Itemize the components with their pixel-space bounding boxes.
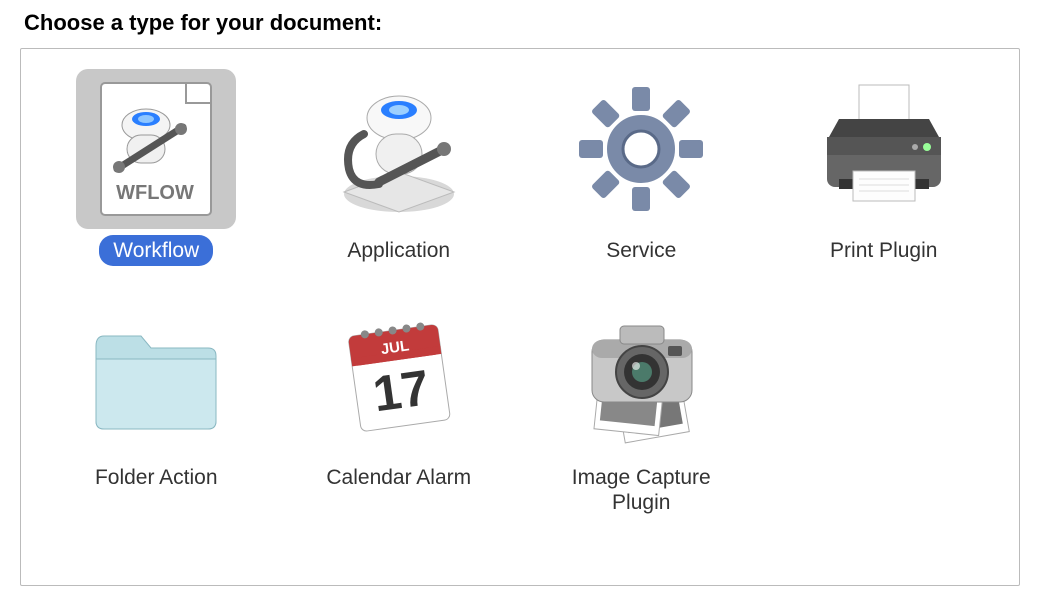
application-icon: [319, 69, 479, 229]
type-folder-action[interactable]: Folder Action: [46, 296, 266, 518]
type-label: Application: [333, 235, 464, 266]
type-service[interactable]: Service: [531, 69, 751, 266]
document-type-chooser: WFLOW Workflow: [20, 48, 1020, 586]
workflow-icon: WFLOW: [76, 69, 236, 229]
type-label: Print Plugin: [816, 235, 951, 266]
type-label: Image Capture Plugin: [531, 462, 751, 518]
chooser-title: Choose a type for your document:: [24, 10, 1024, 36]
calendar-icon: JUL 17: [319, 296, 479, 456]
camera-icon: [561, 296, 721, 456]
service-icon: [561, 69, 721, 229]
printer-icon: [804, 69, 964, 229]
svg-text:WFLOW: WFLOW: [116, 182, 194, 204]
type-calendar-alarm[interactable]: JUL 17 Calendar Alarm: [289, 296, 509, 518]
type-print-plugin[interactable]: Print Plugin: [774, 69, 994, 266]
type-label: Service: [592, 235, 690, 266]
folder-icon: [76, 296, 236, 456]
type-label: Workflow: [99, 235, 213, 266]
type-grid: WFLOW Workflow: [45, 69, 995, 519]
type-application[interactable]: Application: [289, 69, 509, 266]
svg-text:17: 17: [369, 359, 432, 422]
type-workflow[interactable]: WFLOW Workflow: [46, 69, 266, 266]
type-label: Folder Action: [81, 462, 232, 493]
type-image-capture-plugin[interactable]: Image Capture Plugin: [531, 296, 751, 518]
type-label: Calendar Alarm: [312, 462, 485, 493]
